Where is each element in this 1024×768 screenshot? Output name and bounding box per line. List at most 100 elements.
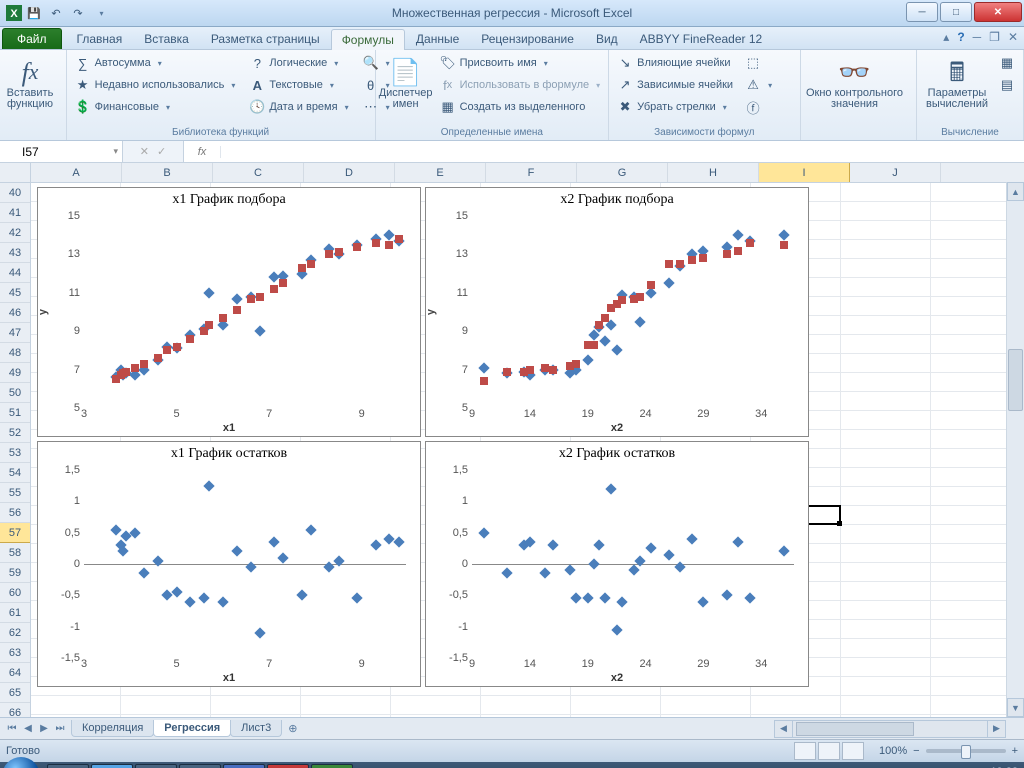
row-header[interactable]: 60	[0, 583, 30, 603]
trace-precedents-button[interactable]: ↘Влияющие ячейки	[613, 52, 737, 74]
new-sheet-icon[interactable]: ⊕	[288, 722, 297, 735]
redo-icon[interactable]: ↷	[68, 3, 88, 23]
row-header[interactable]: 52	[0, 423, 30, 443]
col-header[interactable]: A	[31, 163, 122, 182]
row-header[interactable]: 65	[0, 683, 30, 703]
workbook-minimize-icon[interactable]: ─	[973, 30, 982, 44]
page-break-view-button[interactable]	[842, 742, 864, 760]
skype-taskbar-icon[interactable]: S	[91, 764, 133, 768]
col-header[interactable]: F	[486, 163, 577, 182]
calc-options-button[interactable]: 🖩 Параметры вычислений	[921, 52, 993, 110]
col-header[interactable]: J	[850, 163, 941, 182]
logical-button[interactable]: ?Логические	[245, 52, 352, 74]
minimize-button[interactable]: ─	[906, 2, 938, 22]
row-header[interactable]: 45	[0, 283, 30, 303]
tab-данные[interactable]: Данные	[405, 28, 470, 49]
scroll-thumb[interactable]	[1008, 349, 1023, 411]
watch-window-button[interactable]: 👓 Окно контрольного значения	[805, 52, 905, 110]
zoom-level[interactable]: 100%	[879, 745, 907, 757]
page-layout-view-button[interactable]	[818, 742, 840, 760]
row-header[interactable]: 53	[0, 443, 30, 463]
undo-icon[interactable]: ↶	[46, 3, 66, 23]
row-header[interactable]: 61	[0, 603, 30, 623]
evaluate-formula-button[interactable]: ⓕ	[741, 96, 776, 118]
row-header[interactable]: 64	[0, 663, 30, 683]
tab-формулы[interactable]: Формулы	[331, 29, 405, 50]
sheet-nav-button[interactable]: ⏮	[4, 723, 20, 734]
help-icon[interactable]: ?	[957, 30, 964, 44]
column-headers[interactable]: ABCDEFGHIJ	[31, 163, 1024, 183]
recent-functions-button[interactable]: ★Недавно использовались	[71, 74, 240, 96]
autosum-button[interactable]: ∑Автосумма	[71, 52, 240, 74]
maximize-button[interactable]: □	[940, 2, 972, 22]
row-header[interactable]: 42	[0, 223, 30, 243]
insert-function-button[interactable]: fx Вставить функцию	[4, 52, 56, 110]
cancel-icon[interactable]: ✕	[140, 145, 149, 158]
zoom-slider[interactable]	[926, 749, 1006, 753]
error-checking-button[interactable]: ⚠	[741, 74, 776, 96]
workbook-restore-icon[interactable]: ❐	[989, 30, 1000, 44]
tab-вставка[interactable]: Вставка	[133, 28, 200, 49]
financial-button[interactable]: 💲Финансовые	[71, 96, 240, 118]
tab-разметка-страницы[interactable]: Разметка страницы	[200, 28, 331, 49]
enter-icon[interactable]: ✓	[157, 145, 166, 158]
col-header[interactable]: C	[213, 163, 304, 182]
close-button[interactable]: ✕	[974, 2, 1022, 22]
row-header[interactable]: 49	[0, 363, 30, 383]
chart-c4[interactable]: x2 График остатковx2-1,5-1-0,500,511,591…	[425, 441, 809, 687]
fx-label[interactable]: fx	[184, 146, 221, 158]
row-header[interactable]: 57	[0, 523, 30, 543]
row-header[interactable]: 44	[0, 263, 30, 283]
row-header[interactable]: 43	[0, 243, 30, 263]
cells-area[interactable]: x1 График подбораyx15791113153579x2 Граф…	[31, 183, 1024, 717]
create-from-selection-button[interactable]: ▦Создать из выделенного	[436, 96, 605, 118]
row-header[interactable]: 50	[0, 383, 30, 403]
row-header[interactable]: 54	[0, 463, 30, 483]
col-header[interactable]: E	[395, 163, 486, 182]
chart-c3[interactable]: x1 График остатковx1-1,5-1-0,500,511,535…	[37, 441, 421, 687]
col-header[interactable]: H	[668, 163, 759, 182]
row-header[interactable]: 58	[0, 543, 30, 563]
sheet-nav-button[interactable]: ▶	[36, 723, 52, 734]
row-header[interactable]: 63	[0, 643, 30, 663]
acrobat-taskbar-icon[interactable]: A	[267, 764, 309, 768]
row-header[interactable]: 62	[0, 623, 30, 643]
define-name-button[interactable]: 🏷Присвоить имя	[436, 52, 605, 74]
sheet-tab[interactable]: Корреляция	[71, 720, 154, 737]
remove-arrows-button[interactable]: ✖Убрать стрелки	[613, 96, 737, 118]
row-header[interactable]: 51	[0, 403, 30, 423]
chart-c2[interactable]: x2 График подбораyx257911131591419242934	[425, 187, 809, 437]
save-icon[interactable]: 💾	[24, 3, 44, 23]
row-header[interactable]: 56	[0, 503, 30, 523]
file-tab[interactable]: Файл	[2, 28, 62, 49]
row-header[interactable]: 46	[0, 303, 30, 323]
explorer-taskbar-icon[interactable]: 📁	[135, 764, 177, 768]
formula-input[interactable]	[221, 144, 1024, 160]
row-header[interactable]: 59	[0, 563, 30, 583]
excel-taskbar-icon[interactable]: X	[311, 764, 353, 768]
horizontal-scrollbar[interactable]: ◀ ▶	[774, 720, 1006, 738]
zoom-out-button[interactable]: −	[913, 745, 919, 757]
hscroll-thumb[interactable]	[796, 722, 914, 736]
row-headers[interactable]: 4041424344454647484950515253545556575859…	[0, 163, 31, 717]
tab-вид[interactable]: Вид	[585, 28, 629, 49]
normal-view-button[interactable]	[794, 742, 816, 760]
word-taskbar-icon[interactable]: W	[223, 764, 265, 768]
qat-customize-icon[interactable]	[90, 3, 110, 23]
name-manager-button[interactable]: 📄 Диспетчер имен	[380, 52, 432, 110]
workbook-close-icon[interactable]: ✕	[1008, 30, 1018, 44]
chrome-taskbar-icon[interactable]	[47, 764, 89, 768]
scroll-down-icon[interactable]: ▼	[1007, 698, 1024, 717]
calc-sheet-button[interactable]: ▤	[995, 74, 1019, 96]
text-button[interactable]: AТекстовые	[245, 74, 352, 96]
zoom-in-button[interactable]: +	[1012, 745, 1018, 757]
tab-рецензирование[interactable]: Рецензирование	[470, 28, 585, 49]
row-header[interactable]: 55	[0, 483, 30, 503]
datetime-button[interactable]: 🕓Дата и время	[245, 96, 352, 118]
chart-c1[interactable]: x1 График подбораyx15791113153579	[37, 187, 421, 437]
tab-главная[interactable]: Главная	[66, 28, 134, 49]
col-header[interactable]: G	[577, 163, 668, 182]
col-header[interactable]: B	[122, 163, 213, 182]
col-header[interactable]: D	[304, 163, 395, 182]
sheet-nav-button[interactable]: ◀	[20, 723, 36, 734]
